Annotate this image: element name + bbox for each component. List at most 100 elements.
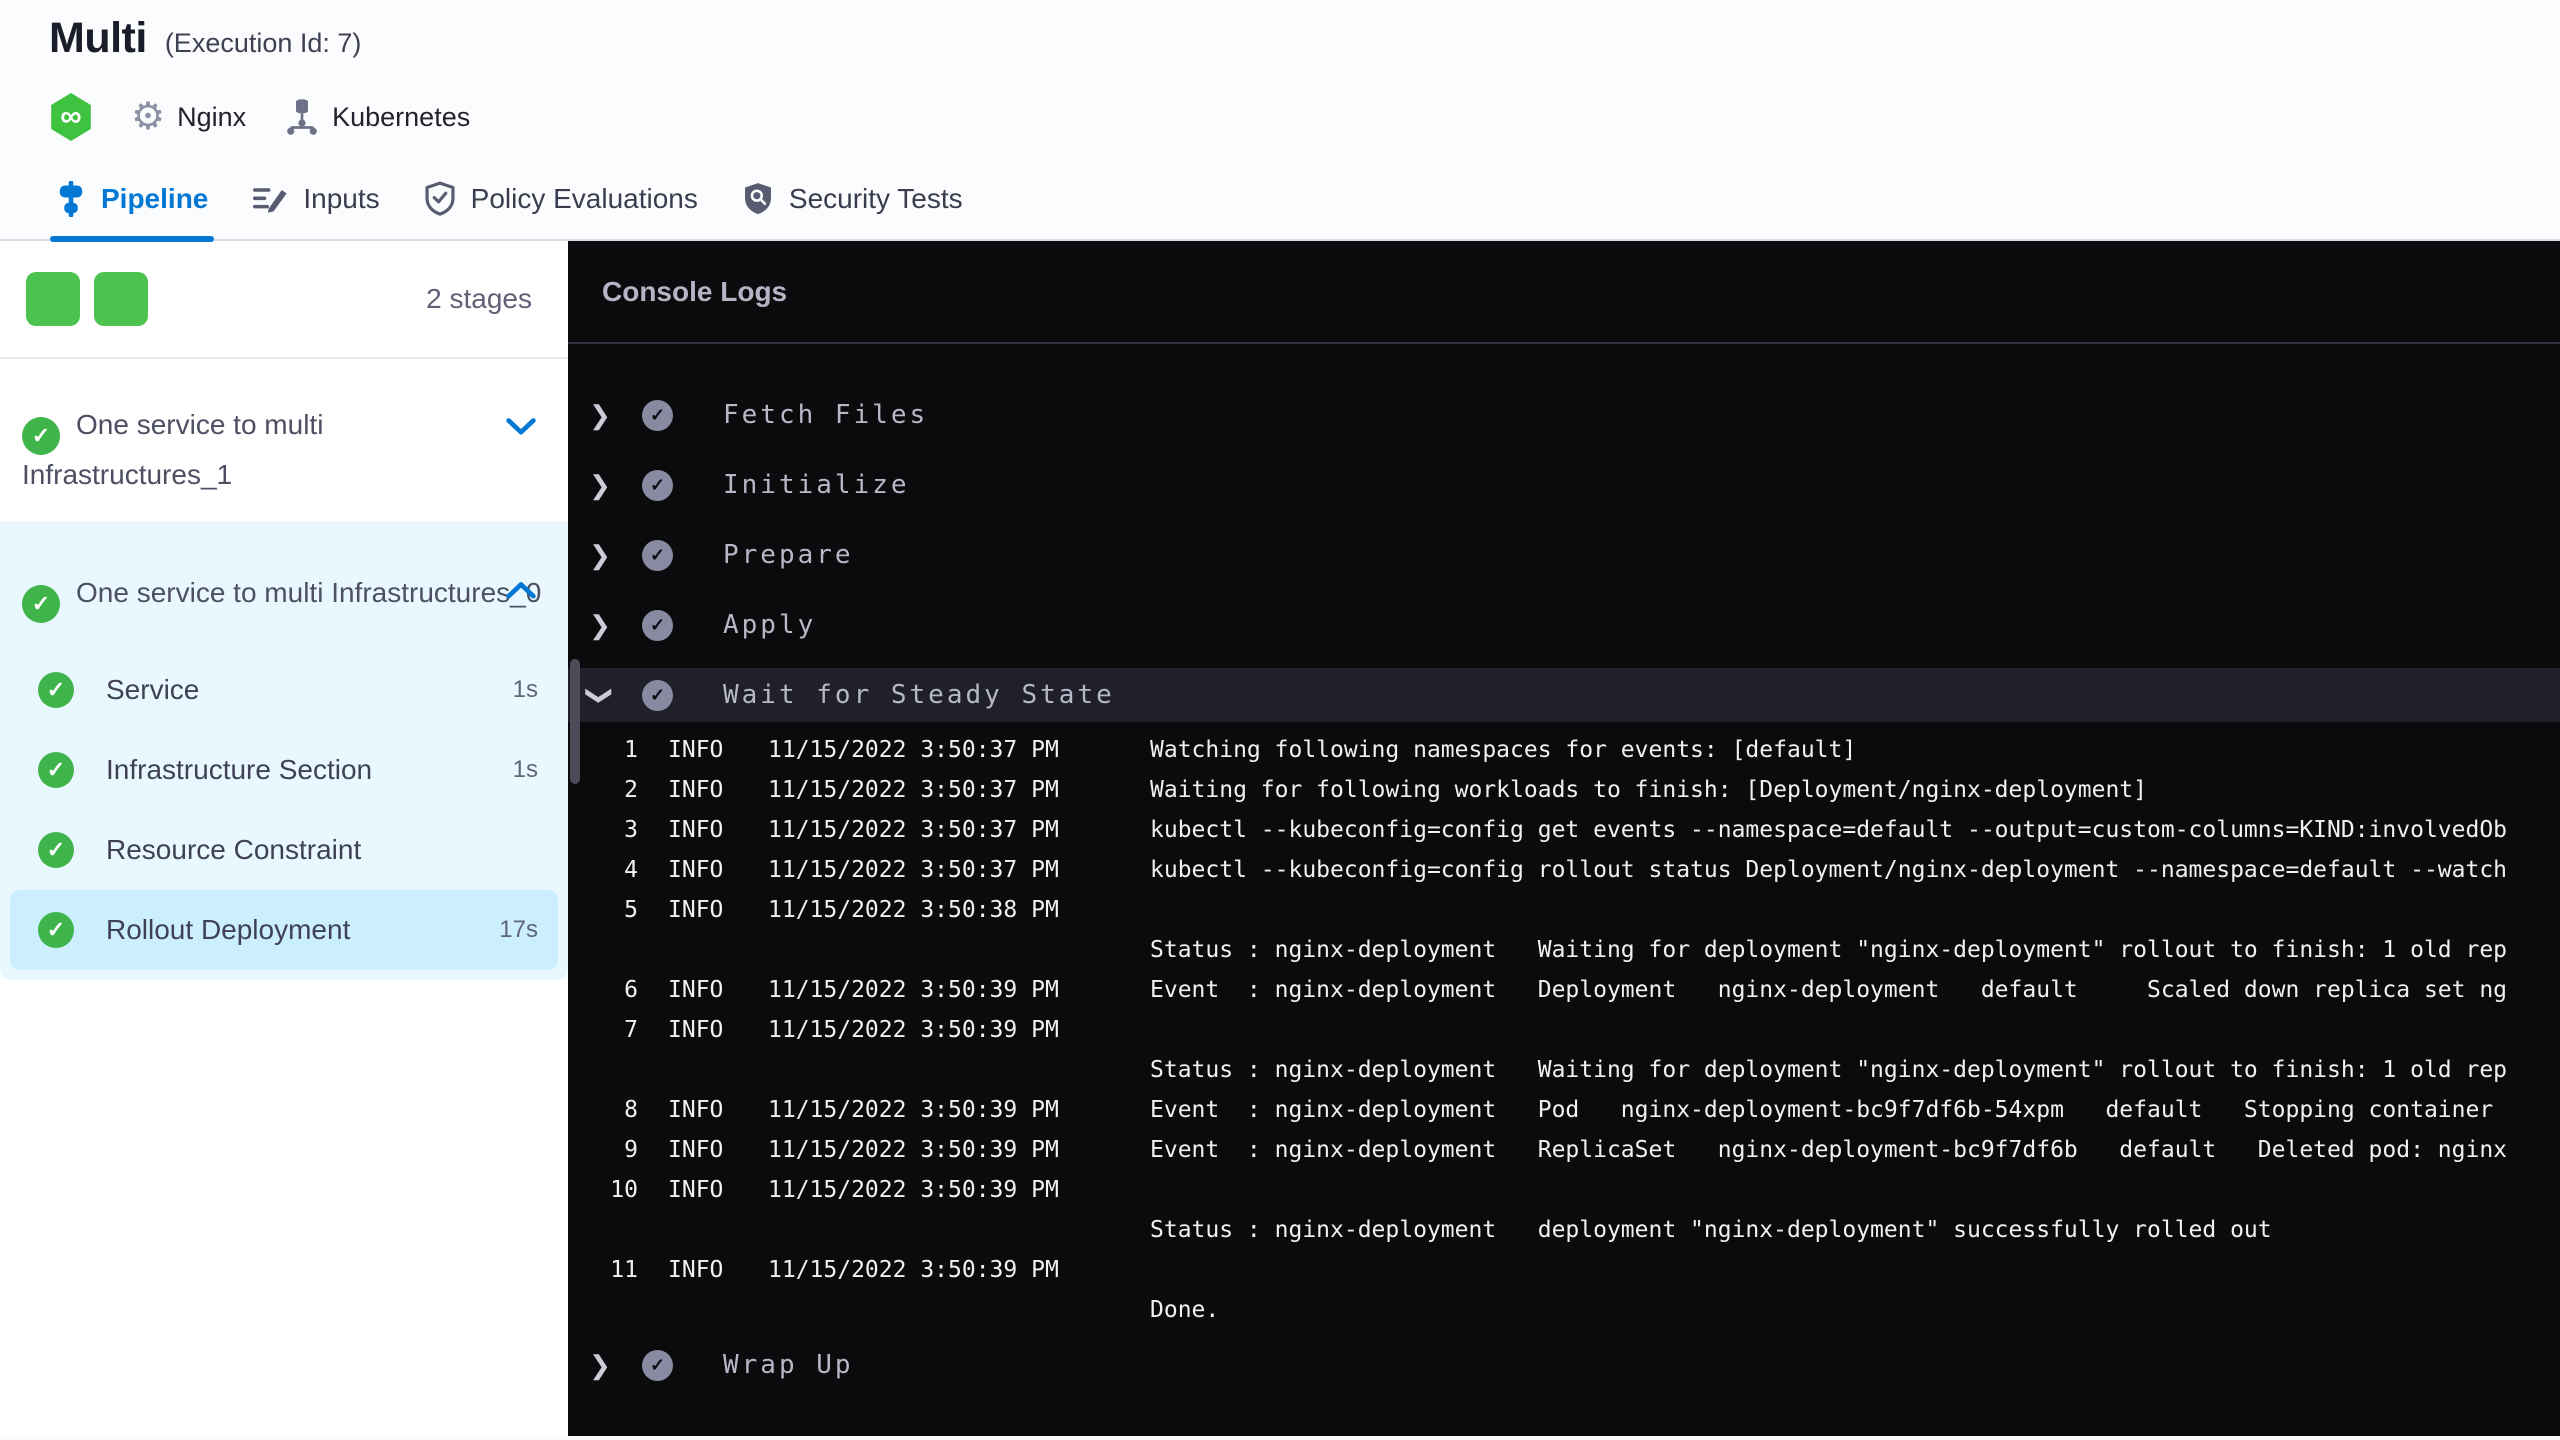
console-step[interactable]: ❯ ✓ Fetch Files bbox=[568, 380, 2560, 450]
success-check-icon: ✓ bbox=[22, 584, 60, 623]
console-panel: Console Logs ❯ ✓ Fetch Files ❯ ✓ Initial… bbox=[568, 241, 2560, 1436]
log-timestamp: 11/15/2022 3:50:39 PM bbox=[768, 1137, 1059, 1163]
stage-status-square[interactable] bbox=[94, 272, 148, 326]
log-message: Event : nginx-deployment Pod nginx-deplo… bbox=[1150, 1097, 2508, 1123]
stage-count: 2 stages bbox=[426, 283, 532, 314]
console-logs[interactable]: ❯ ✓ Fetch Files ❯ ✓ Initialize ❯ ✓ Prepa… bbox=[568, 344, 2560, 1400]
log-level: INFO bbox=[668, 857, 724, 883]
chevron-right-icon[interactable]: ❯ bbox=[586, 470, 614, 501]
console-step[interactable]: ❯ ✓ Wrap Up bbox=[568, 1330, 2560, 1400]
success-check-icon: ✓ bbox=[642, 1349, 673, 1381]
success-check-icon: ✓ bbox=[642, 539, 673, 571]
log-timestamp bbox=[768, 1210, 1150, 1250]
log-timestamp bbox=[768, 1050, 1150, 1090]
chevron-right-icon[interactable]: ❯ bbox=[586, 400, 614, 431]
shield-check-icon bbox=[424, 181, 456, 217]
step-name: Infrastructure Section bbox=[106, 753, 373, 785]
step-duration: 1s bbox=[512, 675, 538, 703]
console-step-name: Apply bbox=[723, 610, 817, 640]
log-level bbox=[638, 1290, 768, 1330]
scrollbar-thumb[interactable] bbox=[570, 659, 580, 784]
log-line: 5 INFO 11/15/2022 3:50:38 PM bbox=[568, 890, 2560, 930]
tab-security-tests[interactable]: Security Tests bbox=[742, 159, 963, 239]
log-line: Status : nginx-deployment Waiting for de… bbox=[568, 1050, 2560, 1090]
chevron-right-icon[interactable]: ❯ bbox=[586, 610, 614, 641]
log-level: INFO bbox=[668, 777, 724, 803]
console-step[interactable]: ❯ ✓ Initialize bbox=[568, 450, 2560, 520]
log-line-number bbox=[568, 1050, 638, 1090]
log-message: Waiting for following workloads to finis… bbox=[1150, 777, 2147, 803]
environment-chip-kubernetes[interactable]: Kubernetes bbox=[284, 97, 470, 137]
log-message: kubectl --kubeconfig=config rollout stat… bbox=[1150, 857, 2508, 883]
log-line: 8 INFO 11/15/2022 3:50:39 PM Event : ngi… bbox=[568, 1090, 2560, 1130]
sidebar-step[interactable]: ✓ Service 1s bbox=[0, 650, 568, 730]
log-message: Event : nginx-deployment Deployment ngin… bbox=[1150, 977, 2508, 1003]
log-message: Status : nginx-deployment Waiting for de… bbox=[1150, 1057, 2508, 1083]
chevron-up-icon[interactable] bbox=[504, 579, 538, 601]
chevron-right-icon[interactable]: ❯ bbox=[586, 1350, 614, 1381]
tab-policy-evaluations[interactable]: Policy Evaluations bbox=[424, 159, 698, 239]
log-line: 1 INFO 11/15/2022 3:50:37 PM Watching fo… bbox=[568, 730, 2560, 770]
log-line-number: 7 bbox=[624, 1017, 638, 1043]
log-level: INFO bbox=[668, 1177, 724, 1203]
success-check-icon: ✓ bbox=[38, 831, 74, 868]
step-name: Service bbox=[106, 673, 200, 705]
stage-card-infrastructures-0[interactable]: ✓ One service to multi Infrastructures_0 … bbox=[0, 523, 568, 980]
log-timestamp: 11/15/2022 3:50:39 PM bbox=[768, 1017, 1059, 1043]
log-message bbox=[1150, 1250, 2560, 1290]
execution-sidebar: 2 stages ✓ One service to multi Infrastru… bbox=[0, 241, 568, 1436]
console-step-name: Fetch Files bbox=[723, 400, 929, 430]
log-line: 3 INFO 11/15/2022 3:50:37 PM kubectl --k… bbox=[568, 810, 2560, 850]
execution-id: (Execution Id: 7) bbox=[164, 28, 362, 58]
log-message: Event : nginx-deployment ReplicaSet ngin… bbox=[1150, 1137, 2508, 1163]
chevron-down-icon[interactable]: ❯ bbox=[585, 681, 616, 709]
log-line: 9 INFO 11/15/2022 3:50:39 PM Event : ngi… bbox=[568, 1130, 2560, 1170]
log-level bbox=[638, 930, 768, 970]
stage-status-squares[interactable] bbox=[26, 272, 148, 326]
log-line-number: 10 bbox=[610, 1177, 638, 1203]
step-name: Rollout Deployment bbox=[106, 913, 351, 945]
stage-card-infrastructures-1[interactable]: ✓ One service to multi Infrastructures_1 bbox=[0, 359, 568, 523]
chevron-down-icon[interactable] bbox=[504, 415, 538, 437]
page-title: Multi bbox=[49, 14, 147, 62]
log-line: Status : nginx-deployment deployment "ng… bbox=[568, 1210, 2560, 1250]
success-check-icon: ✓ bbox=[642, 609, 673, 641]
log-timestamp bbox=[768, 930, 1150, 970]
log-level: INFO bbox=[668, 817, 724, 843]
chevron-right-icon[interactable]: ❯ bbox=[586, 540, 614, 571]
log-message: kubectl --kubeconfig=config get events -… bbox=[1150, 817, 2508, 843]
success-check-icon: ✓ bbox=[642, 469, 673, 501]
console-step[interactable]: ❯ ✓ Prepare bbox=[568, 520, 2560, 590]
sidebar-step[interactable]: ✓ Infrastructure Section 1s bbox=[0, 730, 568, 810]
log-message: Status : nginx-deployment Waiting for de… bbox=[1150, 937, 2508, 963]
log-timestamp: 11/15/2022 3:50:37 PM bbox=[768, 857, 1059, 883]
success-check-icon: ✓ bbox=[642, 399, 673, 431]
shield-search-icon bbox=[742, 181, 774, 217]
log-line: 10 INFO 11/15/2022 3:50:39 PM bbox=[568, 1170, 2560, 1210]
log-timestamp: 11/15/2022 3:50:39 PM bbox=[768, 1097, 1059, 1123]
log-line-number: 3 bbox=[624, 817, 638, 843]
service-chip-nginx[interactable]: ⚙ Nginx bbox=[131, 98, 246, 136]
log-line: 11 INFO 11/15/2022 3:50:39 PM bbox=[568, 1250, 2560, 1290]
log-message bbox=[1150, 890, 2560, 930]
log-timestamp: 11/15/2022 3:50:39 PM bbox=[768, 1257, 1059, 1283]
console-logs-title: Console Logs bbox=[568, 241, 2560, 344]
tab-pipeline[interactable]: Pipeline bbox=[49, 159, 215, 242]
console-step[interactable]: ❯ ✓ Wait for Steady State bbox=[568, 668, 2560, 722]
sidebar-step[interactable]: ✓ Resource Constraint bbox=[0, 810, 568, 890]
log-line-number: 11 bbox=[610, 1257, 638, 1283]
step-duration: 17s bbox=[499, 915, 538, 943]
stage-name: One service to multi Infrastructures_0 bbox=[76, 577, 542, 608]
log-level: INFO bbox=[668, 1017, 724, 1043]
log-message: Watching following namespaces for events… bbox=[1150, 737, 1857, 763]
stage-status-square[interactable] bbox=[26, 272, 80, 326]
console-step-name: Wait for Steady State bbox=[723, 680, 1115, 710]
console-step[interactable]: ❯ ✓ Apply bbox=[568, 590, 2560, 660]
services-row: ∞ ⚙ Nginx Kubernetes bbox=[49, 91, 2560, 143]
tab-inputs[interactable]: Inputs bbox=[252, 159, 380, 239]
sidebar-step[interactable]: ✓ Rollout Deployment 17s bbox=[10, 889, 558, 970]
log-line-number bbox=[568, 1290, 638, 1330]
log-line-number: 4 bbox=[624, 857, 638, 883]
success-check-icon: ✓ bbox=[38, 751, 74, 788]
log-line-number bbox=[568, 930, 638, 970]
